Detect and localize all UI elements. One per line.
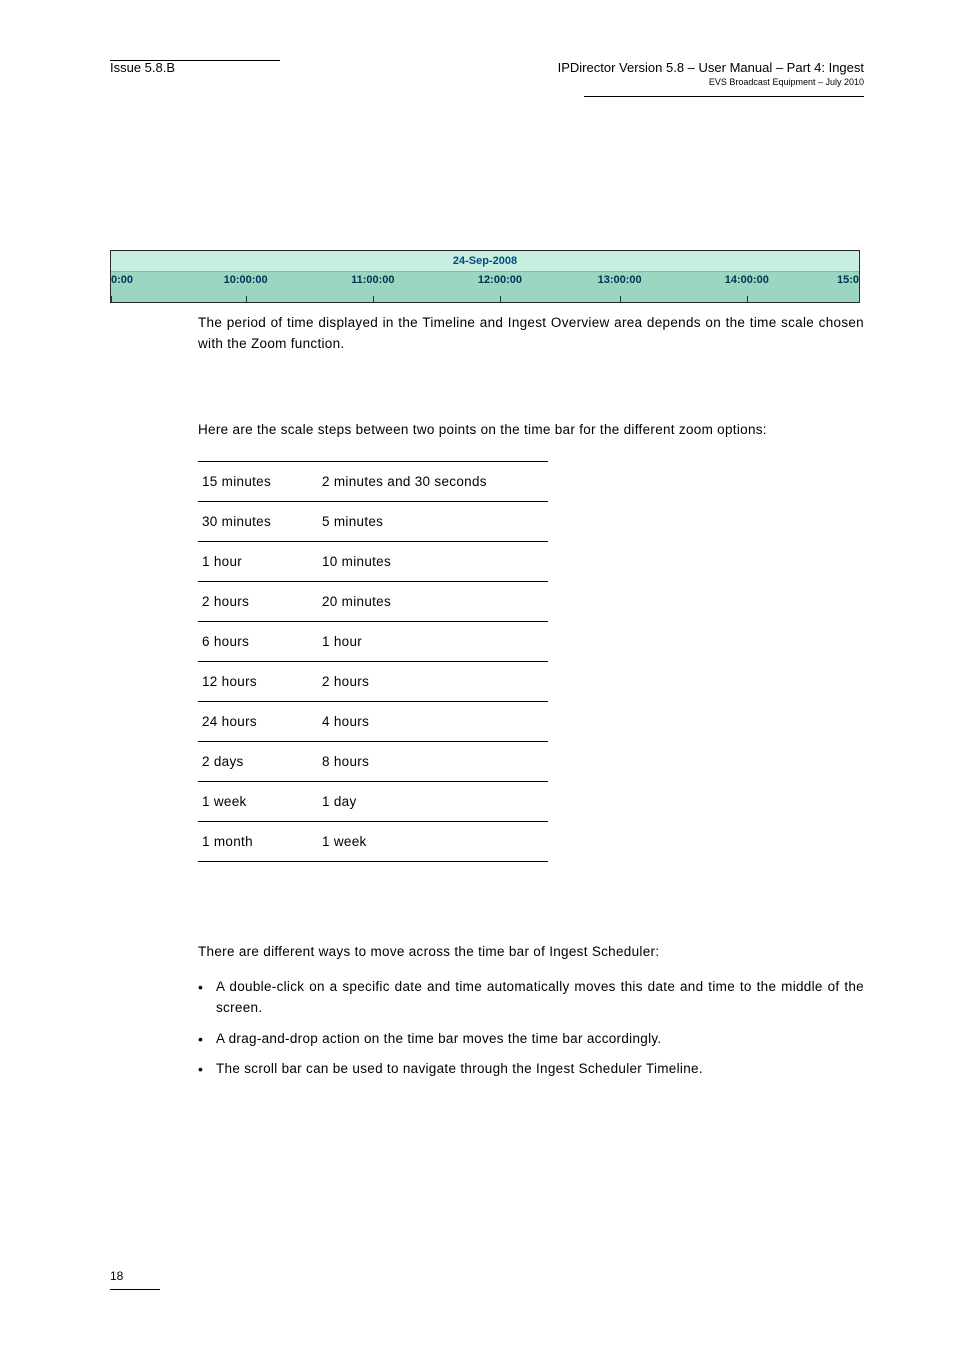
timebar-tick-label: 15:0: [837, 274, 859, 286]
table-row: 1 hour10 minutes: [198, 541, 548, 581]
table-row: 24 hours4 hours: [198, 701, 548, 741]
paragraph-move-intro: There are different ways to move across …: [198, 942, 864, 963]
table-row: 6 hours1 hour: [198, 621, 548, 661]
timebar-tick-label: 11:00:00: [351, 274, 394, 286]
timebar-tick-mark: [620, 296, 621, 302]
zoom-cell: 1 hour: [198, 541, 318, 581]
page: Issue 5.8.B IPDirector Version 5.8 – Use…: [0, 0, 954, 1350]
timebar-tick-label: 0:00: [111, 274, 133, 286]
doc-title: IPDirector Version 5.8 – User Manual – P…: [558, 60, 864, 75]
timebar-scale: 0:00 10:00:00 11:00:00 12:00:00 13:00:00 14:0…: [111, 272, 859, 302]
timebar-tick-mark: [373, 296, 374, 302]
step-cell: 2 minutes and 30 seconds: [318, 461, 548, 501]
timebar: 24-Sep-2008 0:00 10:00:00 11:00:00 12:00:00…: [110, 250, 860, 303]
issue-label: Issue 5.8.B: [110, 60, 175, 75]
timebar-tick-label: 10:00:00: [224, 274, 268, 286]
doc-subtitle: EVS Broadcast Equipment – July 2010: [558, 77, 864, 87]
zoom-cell: 24 hours: [198, 701, 318, 741]
zoom-cell: 30 minutes: [198, 501, 318, 541]
paragraph-scale-intro: Here are the scale steps between two poi…: [198, 420, 864, 441]
table-row: 15 minutes2 minutes and 30 seconds: [198, 461, 548, 501]
page-header: Issue 5.8.B IPDirector Version 5.8 – Use…: [110, 60, 864, 100]
step-cell: 4 hours: [318, 701, 548, 741]
page-number: 18: [110, 1269, 170, 1287]
table-row: 30 minutes5 minutes: [198, 501, 548, 541]
timebar-tick-label: 13:00:00: [598, 274, 642, 286]
step-cell: 1 week: [318, 821, 548, 861]
list-item: The scroll bar can be used to navigate t…: [198, 1059, 864, 1080]
timebar-tick-mark: [111, 296, 112, 302]
timebar-tick-label: 12:00:00: [478, 274, 522, 286]
timebar-tick-label: 14:00:00: [725, 274, 769, 286]
timebar-tick-mark: [859, 296, 860, 302]
zoom-cell: 1 month: [198, 821, 318, 861]
timebar-date: 24-Sep-2008: [111, 251, 859, 272]
list-item: A double-click on a specific date and ti…: [198, 977, 864, 1019]
zoom-cell: 2 days: [198, 741, 318, 781]
timebar-tick-mark: [747, 296, 748, 302]
step-cell: 2 hours: [318, 661, 548, 701]
zoom-cell: 12 hours: [198, 661, 318, 701]
table-row: 2 days8 hours: [198, 741, 548, 781]
step-cell: 8 hours: [318, 741, 548, 781]
move-bullets: A double-click on a specific date and ti…: [198, 977, 864, 1081]
zoom-cell: 2 hours: [198, 581, 318, 621]
zoom-cell: 15 minutes: [198, 461, 318, 501]
zoom-cell: 6 hours: [198, 621, 318, 661]
paragraph-timebar-desc: The period of time displayed in the Time…: [198, 313, 864, 355]
timebar-tick-mark: [500, 296, 501, 302]
footer-rule: [110, 1289, 160, 1290]
table-row: 1 week1 day: [198, 781, 548, 821]
step-cell: 5 minutes: [318, 501, 548, 541]
table-row: 2 hours20 minutes: [198, 581, 548, 621]
step-cell: 1 day: [318, 781, 548, 821]
list-item: A drag-and-drop action on the time bar m…: [198, 1029, 864, 1050]
page-footer: 18: [110, 1269, 170, 1290]
step-cell: 10 minutes: [318, 541, 548, 581]
table-row: 1 month1 week: [198, 821, 548, 861]
header-rule-right: [584, 96, 864, 97]
content-area: 24-Sep-2008 0:0010:00:0011:00:0012:00:00…: [198, 250, 864, 1080]
step-cell: 1 hour: [318, 621, 548, 661]
zoom-cell: 1 week: [198, 781, 318, 821]
zoom-table: 15 minutes2 minutes and 30 seconds30 min…: [198, 461, 548, 862]
timebar-tick-mark: [246, 296, 247, 302]
header-right: IPDirector Version 5.8 – User Manual – P…: [558, 60, 864, 87]
step-cell: 20 minutes: [318, 581, 548, 621]
table-row: 12 hours2 hours: [198, 661, 548, 701]
